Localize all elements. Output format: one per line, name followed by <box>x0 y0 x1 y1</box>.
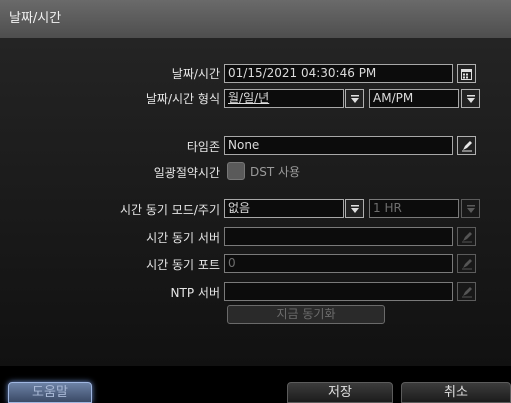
sync-server-field[interactable] <box>224 227 453 246</box>
calendar-button[interactable] <box>457 64 476 83</box>
ntp-server-edit-button[interactable] <box>457 282 476 301</box>
ntp-server-field[interactable] <box>224 282 453 301</box>
dropdown-arrow-icon <box>350 94 359 103</box>
date-time-field[interactable]: 01/15/2021 04:30:46 PM <box>224 64 453 83</box>
dst-label: 일광절약시간 <box>153 166 220 180</box>
timezone-label: 타임존 <box>186 140 220 154</box>
sync-period-select[interactable]: 1 HR <box>369 199 459 218</box>
timezone-value: None <box>228 138 260 152</box>
dst-checkbox-label: DST 사용 <box>250 165 301 179</box>
time-format-value: AM/PM <box>373 91 414 105</box>
date-time-label: 날짜/시간 <box>171 67 220 81</box>
sync-port-field[interactable]: 0 <box>224 254 453 273</box>
ntp-server-label: NTP 서버 <box>170 286 220 300</box>
date-format-dropdown-button[interactable] <box>345 89 364 108</box>
title-bar: 날짜/시간 <box>0 0 511 38</box>
timezone-edit-button[interactable] <box>457 136 476 155</box>
date-format-select[interactable]: 월/일/년 <box>224 89 344 108</box>
save-button[interactable]: 저장 <box>287 382 393 403</box>
dropdown-arrow-icon <box>350 204 359 213</box>
sync-mode-select[interactable]: 없음 <box>224 199 344 218</box>
help-button[interactable]: 도움말 <box>8 382 92 403</box>
sync-mode-label: 시간 동기 모드/주기 <box>120 203 220 217</box>
sync-mode-value: 없음 <box>228 201 251 215</box>
date-format-value: 월/일/년 <box>228 91 270 105</box>
dst-checkbox[interactable] <box>227 162 245 180</box>
sync-server-edit-button[interactable] <box>457 227 476 246</box>
cancel-button[interactable]: 취소 <box>401 382 511 403</box>
sync-port-edit-button[interactable] <box>457 254 476 273</box>
sync-port-value: 0 <box>228 256 236 270</box>
edit-pencil-icon <box>461 140 472 151</box>
edit-pencil-icon <box>461 258 472 269</box>
sync-mode-dropdown-button[interactable] <box>345 199 364 218</box>
time-format-dropdown-button[interactable] <box>461 89 480 108</box>
sync-port-label: 시간 동기 포트 <box>146 258 220 272</box>
edit-pencil-icon <box>461 231 472 242</box>
sync-period-value: 1 HR <box>373 201 402 215</box>
calendar-icon <box>461 68 472 80</box>
sync-now-button[interactable]: 지금 동기화 <box>227 305 385 324</box>
sync-period-dropdown-button[interactable] <box>461 199 480 218</box>
date-time-value: 01/15/2021 04:30:46 PM <box>228 66 377 80</box>
window-title: 날짜/시간 <box>9 11 62 26</box>
dropdown-arrow-icon <box>466 94 475 103</box>
sync-server-label: 시간 동기 서버 <box>146 231 220 245</box>
edit-pencil-icon <box>461 286 472 297</box>
timezone-field[interactable]: None <box>224 136 453 155</box>
date-format-label: 날짜/시간 형식 <box>145 92 220 106</box>
time-format-select[interactable]: AM/PM <box>369 89 459 108</box>
dropdown-arrow-icon <box>466 204 475 213</box>
